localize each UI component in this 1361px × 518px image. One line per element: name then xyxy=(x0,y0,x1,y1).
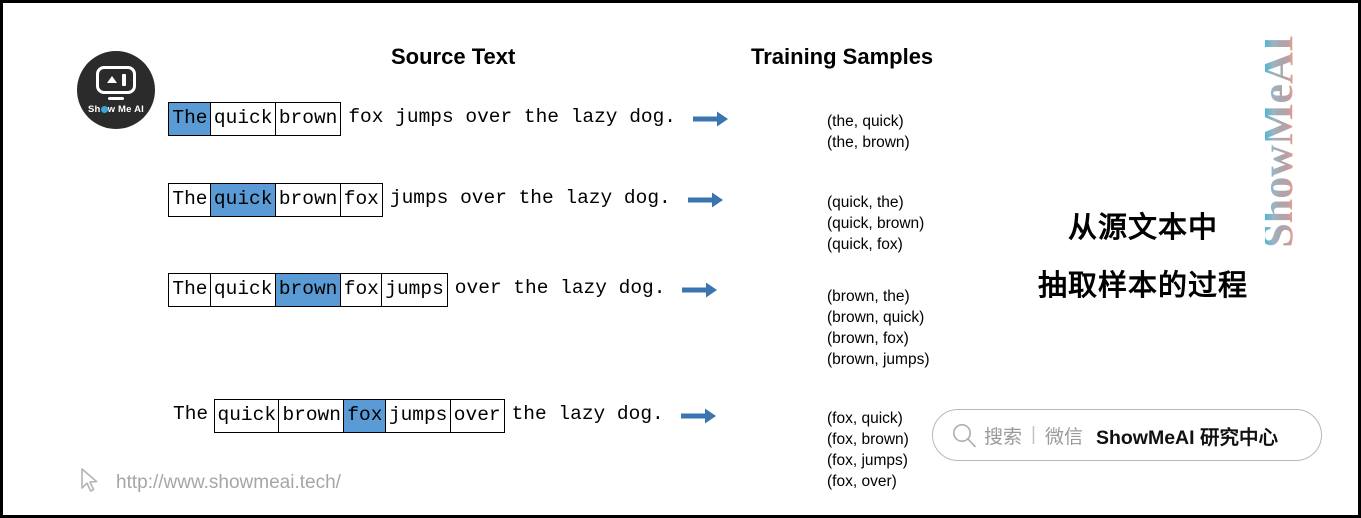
training-sample-pair: (quick, brown) xyxy=(827,215,925,232)
token-jumps: jumps xyxy=(384,399,452,433)
token-quick: quick xyxy=(209,273,277,307)
wordmark-text: ShowMeAI xyxy=(1265,35,1302,248)
training-sample-pair: (quick, the) xyxy=(827,194,904,211)
footer-url-text[interactable]: http://www.showmeai.tech/ xyxy=(116,472,341,494)
training-sample-pair: (brown, the) xyxy=(827,288,910,305)
training-sample-pair: (fox, jumps) xyxy=(827,452,908,469)
token-brown: brown xyxy=(274,102,342,136)
search-placeholder-text: 搜索 xyxy=(984,426,1023,448)
training-sample-pair: (fox, brown) xyxy=(827,431,909,448)
row-lead-text: The xyxy=(173,403,209,425)
logo-brand-text: Sh w Me AI xyxy=(88,103,144,115)
row-tail-text: fox jumps over the lazy dog. xyxy=(348,106,677,128)
token-the-highlighted: The xyxy=(168,102,212,136)
column-header-training-samples: Training Samples xyxy=(751,44,934,69)
token-fox: fox xyxy=(339,183,383,217)
row-tail-text: over the lazy dog. xyxy=(454,277,666,299)
search-icon xyxy=(951,422,977,448)
robot-face-icon xyxy=(96,65,136,94)
cursor-pointer-icon xyxy=(75,465,105,500)
training-sample-pair: (brown, fox) xyxy=(827,330,909,347)
token-jumps: jumps xyxy=(381,273,448,307)
source-row-3: The quick brown fox jumps over the lazy … xyxy=(168,273,718,307)
slide-canvas: Sh w Me AI Source Text Training Samples T… xyxy=(0,0,1361,518)
footer-url-block[interactable]: http://www.showmeai.tech/ xyxy=(75,465,341,500)
training-sample-pair: (brown, quick) xyxy=(827,309,925,326)
token-fox-highlighted: fox xyxy=(343,399,387,433)
search-channel-label: 微信 xyxy=(1044,426,1083,448)
right-arrow-icon xyxy=(680,407,717,425)
training-samples-group-2: (quick, the) (quick, brown) (quick, fox) xyxy=(827,192,924,255)
robot-eye-bar-icon xyxy=(121,73,126,86)
training-sample-pair: (fox, over) xyxy=(827,473,897,490)
row-tail-text: the lazy dog. xyxy=(511,403,664,425)
chinese-caption: 从源文本中 抽取样本的过程 xyxy=(1008,199,1278,315)
token-quick: quick xyxy=(213,399,281,433)
row-tail-text: jumps over the lazy dog. xyxy=(389,187,671,209)
token-over: over xyxy=(449,399,505,433)
right-arrow-icon xyxy=(687,191,724,209)
source-row-2: The quick brown fox jumps over the lazy … xyxy=(168,183,724,217)
training-sample-pair: (the, quick) xyxy=(827,113,904,130)
search-separator: | xyxy=(1031,424,1036,445)
robot-eye-chevron-icon xyxy=(106,76,117,83)
logo-dot-icon xyxy=(100,105,108,113)
search-account-name: ShowMeAI 研究中心 xyxy=(1095,426,1278,449)
robot-stand-icon xyxy=(108,96,124,100)
training-samples-group-3: (brown, the) (brown, quick) (brown, fox)… xyxy=(827,286,930,370)
token-brown-highlighted: brown xyxy=(274,273,342,307)
right-arrow-icon xyxy=(693,110,729,128)
token-fox: fox xyxy=(339,273,383,307)
token-the: The xyxy=(168,273,212,307)
token-quick: quick xyxy=(209,102,277,136)
token-brown: brown xyxy=(278,399,345,433)
training-samples-group-4: (fox, quick) (fox, brown) (fox, jumps) (… xyxy=(827,408,909,492)
column-header-source-text: Source Text xyxy=(391,44,516,69)
training-sample-pair: (brown, jumps) xyxy=(827,351,930,368)
training-samples-group-1: (the, quick) (the, brown) xyxy=(827,111,910,153)
source-row-4: The quick brown fox jumps over the lazy … xyxy=(170,399,717,433)
vertical-showmeai-wordmark: ShowMeAI xyxy=(1253,21,1319,293)
training-sample-pair: (the, brown) xyxy=(827,134,910,151)
token-the: The xyxy=(168,183,212,217)
token-quick-highlighted: quick xyxy=(209,183,277,217)
token-brown: brown xyxy=(274,183,342,217)
caption-line-2: 抽取样本的过程 xyxy=(1037,270,1248,302)
source-row-1: The quick brown fox jumps over the lazy … xyxy=(168,102,729,136)
training-sample-pair: (quick, fox) xyxy=(827,236,903,253)
caption-line-1: 从源文本中 xyxy=(1067,212,1218,244)
showmeai-logo: Sh w Me AI xyxy=(77,51,155,129)
right-arrow-icon xyxy=(682,281,718,299)
wechat-search-pill[interactable]: 搜索 | 微信 ShowMeAI 研究中心 xyxy=(932,409,1322,461)
training-sample-pair: (fox, quick) xyxy=(827,410,903,427)
